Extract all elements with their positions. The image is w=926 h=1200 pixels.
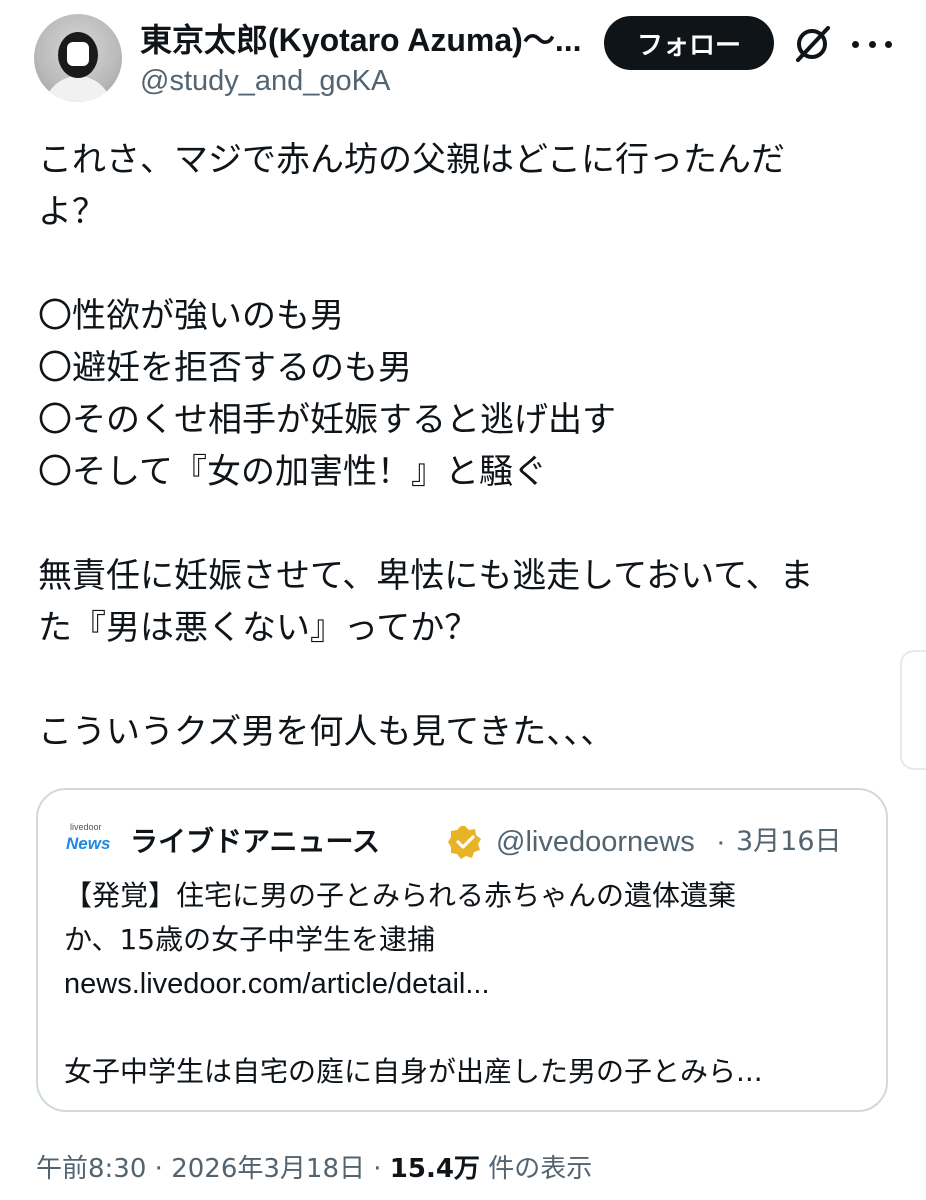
logo-news-text: News xyxy=(66,834,111,853)
tweet-line: 無責任に妊娠させて、卑怯にも逃走しておいて、ま xyxy=(38,556,814,596)
avatar-shirt xyxy=(44,76,112,102)
meta-separator: · xyxy=(154,1154,163,1184)
quoted-author-name[interactable]: ライブドアニュース xyxy=(130,820,380,864)
follow-button[interactable]: フォロー xyxy=(604,16,774,70)
author-handle[interactable]: @study_and_goKA xyxy=(140,62,390,100)
tweet-text: これさ、マジで赤ん坊の父親はどこに行ったんだ よ？ 〇性欲が強いのも男 〇避妊を… xyxy=(38,134,878,758)
quoted-link[interactable]: news.livedoor.com/article/detail... xyxy=(64,962,864,1006)
more-dot xyxy=(852,40,859,48)
quoted-text: 【発覚】住宅に男の子とみられる赤ちゃんの遺体遺棄 か、15歳の女子中学生を逮捕 … xyxy=(64,874,864,1094)
quoted-separator: · xyxy=(716,826,726,858)
more-dot xyxy=(885,40,892,48)
quoted-date[interactable]: 3月16日 xyxy=(736,820,842,864)
grok-icon[interactable] xyxy=(790,22,834,66)
tweet-line: 〇そのくせ相手が妊娠すると逃げ出す xyxy=(38,400,616,440)
avatar[interactable] xyxy=(34,14,122,102)
tweet-line: 〇そして『女の加害性！』と騒ぐ xyxy=(38,452,547,492)
quoted-line: 【発覚】住宅に男の子とみられる赤ちゃんの遺体遺棄 xyxy=(64,879,737,912)
quoted-tweet-card[interactable]: livedoor News ライブドアニュース @livedoornews · … xyxy=(36,788,888,1112)
avatar-fist-icon xyxy=(67,42,89,66)
tweet-line: よ？ xyxy=(38,192,106,232)
tweet-line: これさ、マジで赤ん坊の父親はどこに行ったんだ xyxy=(38,140,785,180)
logo-small-text: livedoor xyxy=(70,822,102,832)
tweet-line: 〇避妊を拒否するのも男 xyxy=(38,348,412,388)
views-count: 15.4万 xyxy=(389,1154,480,1184)
verified-badge-icon xyxy=(448,826,481,859)
tweet-meta: 午前8:30 · 2026年3月18日 · 15.4万 件の表示 xyxy=(36,1146,592,1192)
tweet-page: 東京太郎(Kyotaro Azuma)〜... @study_and_goKA … xyxy=(0,0,926,1200)
more-icon[interactable] xyxy=(852,26,892,62)
post-time[interactable]: 午前8:30 xyxy=(36,1154,146,1184)
author-display-name[interactable]: 東京太郎(Kyotaro Azuma)〜... xyxy=(140,18,580,62)
tweet-line: こういうクズ男を何人も見てきた、、、 xyxy=(38,712,615,752)
quoted-author-handle[interactable]: @livedoornews xyxy=(496,820,695,864)
quoted-line: か、15歳の女子中学生を逮捕 xyxy=(64,923,436,956)
meta-separator: · xyxy=(373,1154,382,1184)
post-date[interactable]: 2026年3月18日 xyxy=(171,1154,365,1184)
tweet-line: 〇性欲が強いのも男 xyxy=(38,296,344,336)
quoted-line: 女子中学生は自宅の庭に自身が出産した男の子とみら... xyxy=(64,1055,763,1088)
tweet-line: た『男は悪くない』ってか？ xyxy=(38,608,479,648)
more-dot xyxy=(868,40,876,48)
livedoor-news-logo[interactable]: livedoor News xyxy=(66,820,116,864)
quoted-line-blank xyxy=(64,1006,864,1050)
side-scroll-handle[interactable] xyxy=(900,650,926,770)
views-label: 件の表示 xyxy=(488,1154,593,1184)
